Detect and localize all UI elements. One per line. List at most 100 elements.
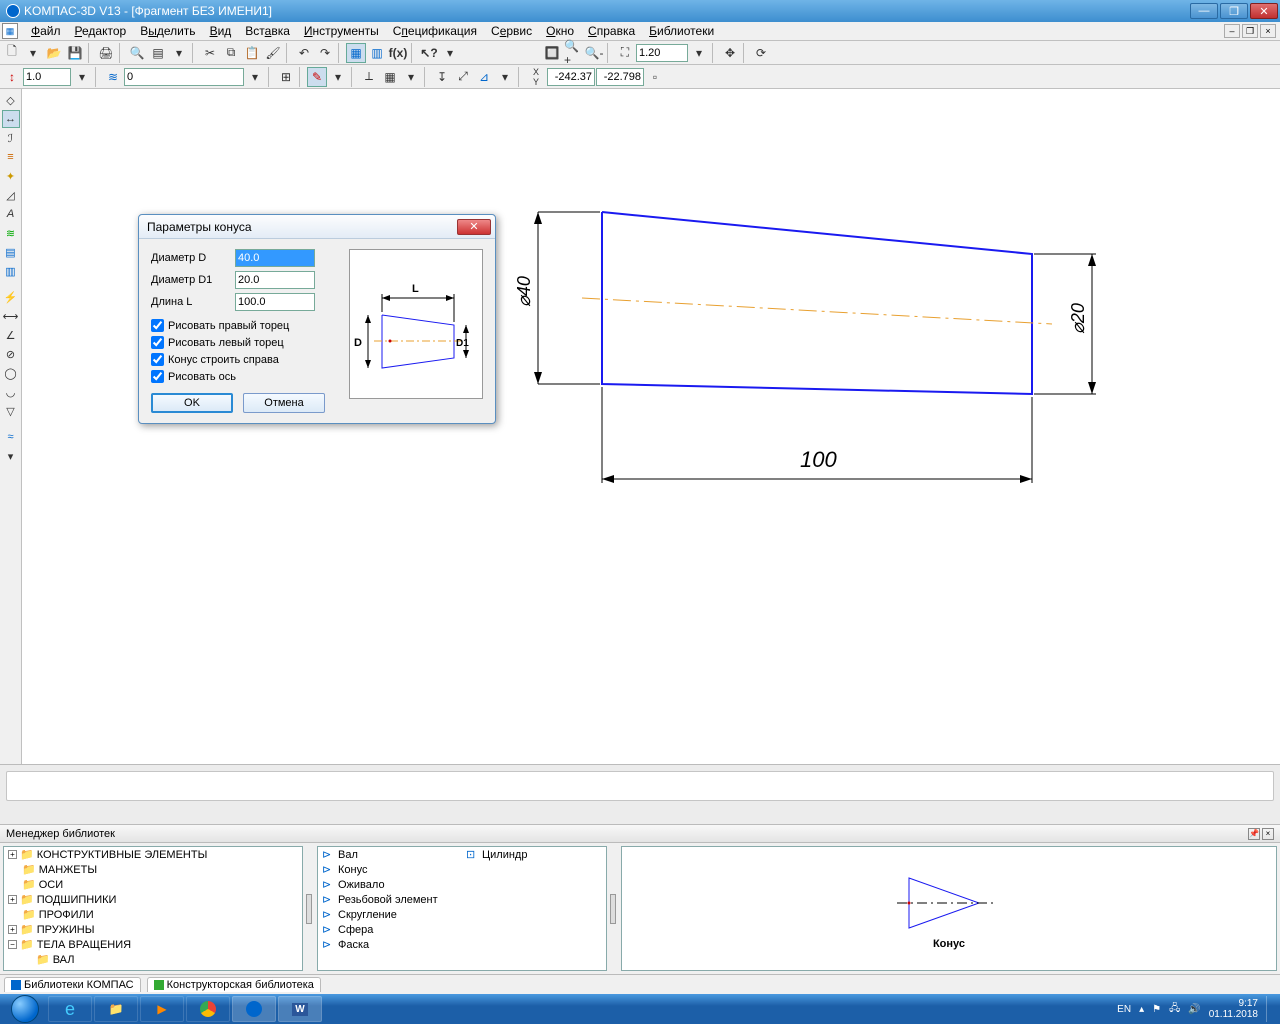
tree-item[interactable]: −📁ТЕЛА ВРАЩЕНИЯ — [4, 937, 302, 952]
library-list[interactable]: ⊳Вал⊳Конус⊳Оживало⊳Резьбовой элемент⊳Скр… — [317, 846, 607, 971]
menu-file[interactable]: Файл — [24, 23, 68, 39]
preview-button[interactable]: 🔍 — [127, 43, 147, 63]
zoom-out-button[interactable]: 🔍- — [584, 43, 604, 63]
ortho-toggle[interactable]: ⟂ — [359, 67, 379, 87]
tree-item[interactable]: +📁ПРУЖИНЫ — [4, 922, 302, 937]
menu-select[interactable]: Выделить — [133, 23, 202, 39]
grid-dropdown[interactable]: ▾ — [401, 67, 421, 87]
menu-editor[interactable]: Редактор — [68, 23, 134, 39]
menu-help[interactable]: Справка — [581, 23, 642, 39]
tree-item[interactable]: 📁ОСИ — [4, 877, 302, 892]
system-tray[interactable]: EN ▴ ⚑ 🖧 🔊 9:17 01.11.2018 — [1117, 996, 1274, 1022]
menu-libraries[interactable]: Библиотеки — [642, 23, 721, 39]
list-item[interactable]: ⊳Оживало — [318, 877, 462, 892]
menu-tools[interactable]: Инструменты — [297, 23, 386, 39]
dropdown-1[interactable]: ▾ — [169, 43, 189, 63]
dialog-close-button[interactable]: ✕ — [457, 219, 491, 235]
menu-window[interactable]: Окно — [539, 23, 581, 39]
fx-button[interactable]: f(x) — [388, 43, 408, 63]
new-doc-button[interactable]: 🗋 — [2, 43, 22, 63]
lib-close-button[interactable]: × — [1262, 828, 1274, 840]
menu-insert[interactable]: Вставка — [238, 23, 297, 39]
menu-service[interactable]: Сервис — [484, 23, 539, 39]
tool-construct[interactable]: ⚡ — [2, 288, 20, 306]
splitter-2[interactable] — [610, 894, 616, 924]
coord-icon[interactable]: ↕ — [2, 67, 22, 87]
tab-constructor-lib[interactable]: Конструкторская библиотека — [147, 977, 321, 992]
taskbar-explorer[interactable]: 📁 — [94, 996, 138, 1022]
input-diameter-d[interactable] — [235, 249, 315, 267]
close-button[interactable]: ✕ — [1250, 3, 1278, 19]
coord-dropdown[interactable]: ▾ — [72, 67, 92, 87]
save-button[interactable]: 💾 — [65, 43, 85, 63]
tray-lang[interactable]: EN — [1117, 1004, 1131, 1015]
mdi-system-icon[interactable]: ▦ — [2, 23, 18, 39]
tool-edit[interactable]: ≡ — [2, 148, 20, 166]
pan-button[interactable]: ✥ — [720, 43, 740, 63]
menu-spec[interactable]: Спецификация — [386, 23, 484, 39]
mgr-toggle-button[interactable]: ▦ — [346, 43, 366, 63]
check-build-right[interactable] — [151, 353, 164, 366]
list-item[interactable]: ⊳Резьбовой элемент — [318, 892, 462, 907]
taskbar-ie[interactable]: e — [48, 996, 92, 1022]
tool-radius-dim[interactable]: ⊘ — [2, 345, 20, 363]
coord-scale-input[interactable] — [23, 68, 71, 86]
tool-linear-dim[interactable]: ⟷ — [2, 307, 20, 325]
tool-height-dim[interactable]: ▽ — [2, 402, 20, 420]
show-desktop-button[interactable] — [1266, 996, 1274, 1022]
print-button[interactable]: 🖨 — [96, 43, 116, 63]
tool-geometry[interactable]: ◇ — [2, 91, 20, 109]
list-item[interactable]: ⊳Сфера — [318, 922, 462, 937]
tree-item[interactable]: 📁ВАЛ — [4, 952, 302, 967]
check-draw-axis[interactable] — [151, 370, 164, 383]
tool-measure[interactable]: ◿ — [2, 186, 20, 204]
grid-toggle[interactable]: ▦ — [380, 67, 400, 87]
coord-x-input[interactable] — [547, 68, 595, 86]
tray-network-icon[interactable]: 🖧 — [1169, 1001, 1180, 1018]
undo-button[interactable]: ↶ — [294, 43, 314, 63]
menu-view[interactable]: Вид — [203, 23, 239, 39]
properties-button[interactable]: ▤ — [148, 43, 168, 63]
tool-text[interactable]: ℐ — [2, 129, 20, 147]
vars-button[interactable]: ▥ — [367, 43, 387, 63]
coord-btn[interactable]: ▫ — [645, 67, 665, 87]
check-right-face[interactable] — [151, 319, 164, 332]
tool-angle-dim[interactable]: ∠ — [2, 326, 20, 344]
coord-y-input[interactable] — [596, 68, 644, 86]
list-item[interactable]: ⊳Конус — [318, 862, 462, 877]
dropdown-2[interactable]: ▾ — [440, 43, 460, 63]
list-item[interactable]: ⊡Цилиндр — [462, 847, 606, 862]
tree-item[interactable]: 📁МАНЖЕТЫ — [4, 862, 302, 877]
tool-diam-dim[interactable]: ◯ — [2, 364, 20, 382]
cut-button[interactable]: ✂ — [200, 43, 220, 63]
splitter-1[interactable] — [306, 894, 312, 924]
tray-flag-icon[interactable]: ⚑ — [1152, 1004, 1161, 1015]
snap-perp-icon[interactable]: ↧ — [432, 67, 452, 87]
taskbar-word[interactable]: W — [278, 996, 322, 1022]
taskbar-kompas[interactable] — [232, 996, 276, 1022]
snap-toggle-2[interactable]: ✎ — [307, 67, 327, 87]
open-button[interactable]: 📂 — [44, 43, 64, 63]
zoom-in-button[interactable]: 🔍+ — [563, 43, 583, 63]
zoom-fit-button[interactable]: ⛶ — [615, 43, 635, 63]
snap-toggle-1[interactable]: ⊞ — [276, 67, 296, 87]
zoom-input[interactable] — [636, 44, 688, 62]
tool-report[interactable]: ▥ — [2, 262, 20, 280]
paste-button[interactable]: 📋 — [242, 43, 262, 63]
list-item[interactable]: ⊳Вал — [318, 847, 462, 862]
tool-wave[interactable]: ≈ — [2, 428, 20, 446]
snap-tan-icon[interactable]: ⤢ — [453, 67, 473, 87]
tree-item[interactable]: 📁ПРОФИЛИ — [4, 907, 302, 922]
tool-dims[interactable]: ↔ — [2, 110, 20, 128]
tray-up-icon[interactable]: ▴ — [1139, 1004, 1144, 1015]
new-dropdown[interactable]: ▾ — [23, 43, 43, 63]
layer-input[interactable] — [124, 68, 244, 86]
tray-volume-icon[interactable]: 🔊 — [1188, 1004, 1200, 1015]
redo-button[interactable]: ↷ — [315, 43, 335, 63]
tab-kompas-libs[interactable]: Библиотеки КОМПАС — [4, 977, 141, 992]
tray-clock[interactable]: 9:17 01.11.2018 — [1209, 998, 1258, 1020]
zoom-dropdown[interactable]: ▾ — [689, 43, 709, 63]
maximize-button[interactable]: ❐ — [1220, 3, 1248, 19]
cancel-button[interactable]: Отмена — [243, 393, 325, 413]
drawing-canvas[interactable]: ⌀40 ⌀20 100 Параметры конуса ✕ Д — [22, 89, 1280, 764]
